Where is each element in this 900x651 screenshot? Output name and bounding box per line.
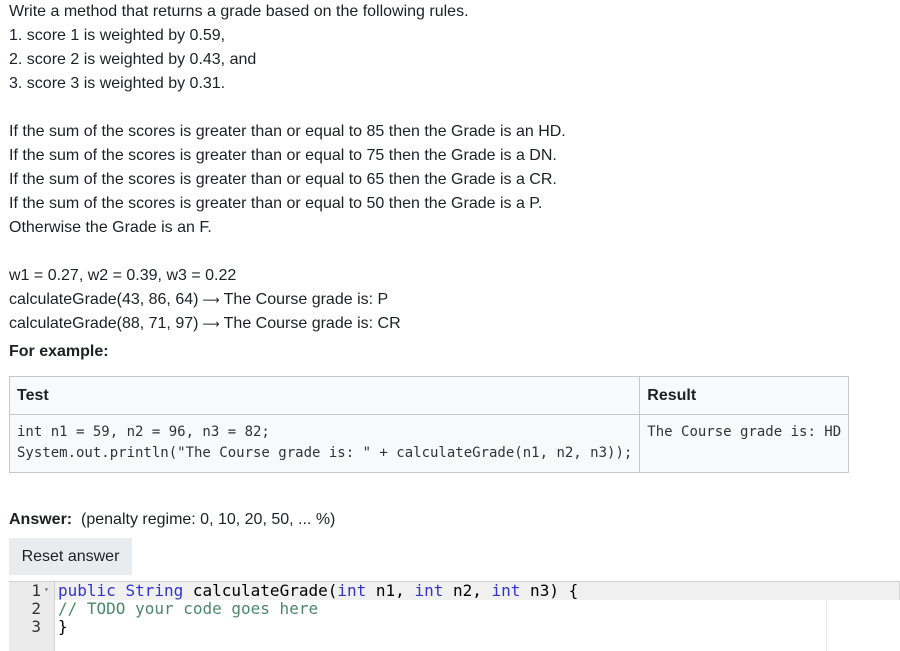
code-line-1[interactable]: public String calculateGrade(int n1, int… (58, 582, 578, 600)
keyword: int (491, 581, 521, 600)
table-row: int n1 = 59, n2 = 96, n3 = 82; System.ou… (8, 414, 850, 473)
example-call: calculateGrade(88, 71, 97) (9, 315, 199, 332)
test-column-header: Test (8, 376, 641, 415)
rule-1: 1. score 1 is weighted by 0.59, (9, 27, 226, 44)
question-intro: Write a method that returns a grade base… (9, 3, 469, 20)
test-code-cell: int n1 = 59, n2 = 96, n3 = 82; System.ou… (8, 414, 641, 473)
result-column-header: Result (639, 376, 850, 415)
example-result: The Course grade is: CR (223, 315, 401, 332)
editor-gutter: 1 ▾ 2 3 (9, 582, 55, 651)
reset-answer-button[interactable]: Reset answer (9, 538, 132, 575)
line-number: 2 (31, 599, 41, 618)
condition-dn: If the sum of the scores is greater than… (9, 147, 557, 164)
keyword: int (414, 581, 444, 600)
rule-2: 2. score 2 is weighted by 0.43, and (9, 51, 257, 68)
code-line-3[interactable]: } (58, 618, 68, 636)
arrow-icon: ⟶ (202, 293, 220, 307)
code-text: n2, (443, 581, 492, 600)
penalty-regime: (penalty regime: 0, 10, 20, 50, ... %) (81, 511, 336, 528)
example-line-1: calculateGrade(43, 86, 64) ⟶ The Course gr… (9, 288, 889, 312)
rule-3: 3. score 3 is weighted by 0.31. (9, 75, 226, 92)
condition-hd: If the sum of the scores is greater than… (9, 123, 566, 140)
line-number: 3 (31, 617, 41, 636)
arrow-icon: ⟶ (202, 317, 220, 331)
condition-f: Otherwise the Grade is an F. (9, 219, 212, 236)
test-cases-table: Test Result int n1 = 59, n2 = 96, n3 = 8… (8, 376, 850, 473)
code-text: n1, (366, 581, 415, 600)
keyword: public (58, 581, 116, 600)
weights-text: w1 = 0.27, w2 = 0.39, w3 = 0.22 (9, 267, 237, 284)
condition-p: If the sum of the scores is greater than… (9, 195, 543, 212)
code-text: n3) { (520, 581, 579, 600)
answer-label: Answer: (9, 511, 73, 528)
line-number: 1 (31, 581, 41, 600)
example-call: calculateGrade(43, 86, 64) (9, 291, 199, 308)
code-text: calculateGrade( (183, 581, 338, 600)
result-cell: The Course grade is: HD (639, 414, 850, 473)
table-header-row: Test Result (8, 376, 850, 415)
question-text: Write a method that returns a grade base… (9, 0, 889, 364)
keyword: String (125, 581, 184, 600)
for-example-heading: For example: (9, 343, 109, 360)
answer-heading: Answer: (penalty regime: 0, 10, 20, 50, … (9, 508, 335, 532)
print-margin (826, 600, 827, 651)
condition-cr: If the sum of the scores is greater than… (9, 171, 557, 188)
example-line-2: calculateGrade(88, 71, 97) ⟶ The Course gr… (9, 312, 889, 336)
code-editor[interactable]: 1 ▾ 2 3 public String calculateGrade(int… (9, 581, 900, 651)
code-line-2[interactable]: // TODO your code goes here (58, 600, 318, 618)
keyword: int (337, 581, 367, 600)
fold-arrow-icon[interactable]: ▾ (44, 585, 49, 594)
example-result: The Course grade is: P (223, 291, 389, 308)
